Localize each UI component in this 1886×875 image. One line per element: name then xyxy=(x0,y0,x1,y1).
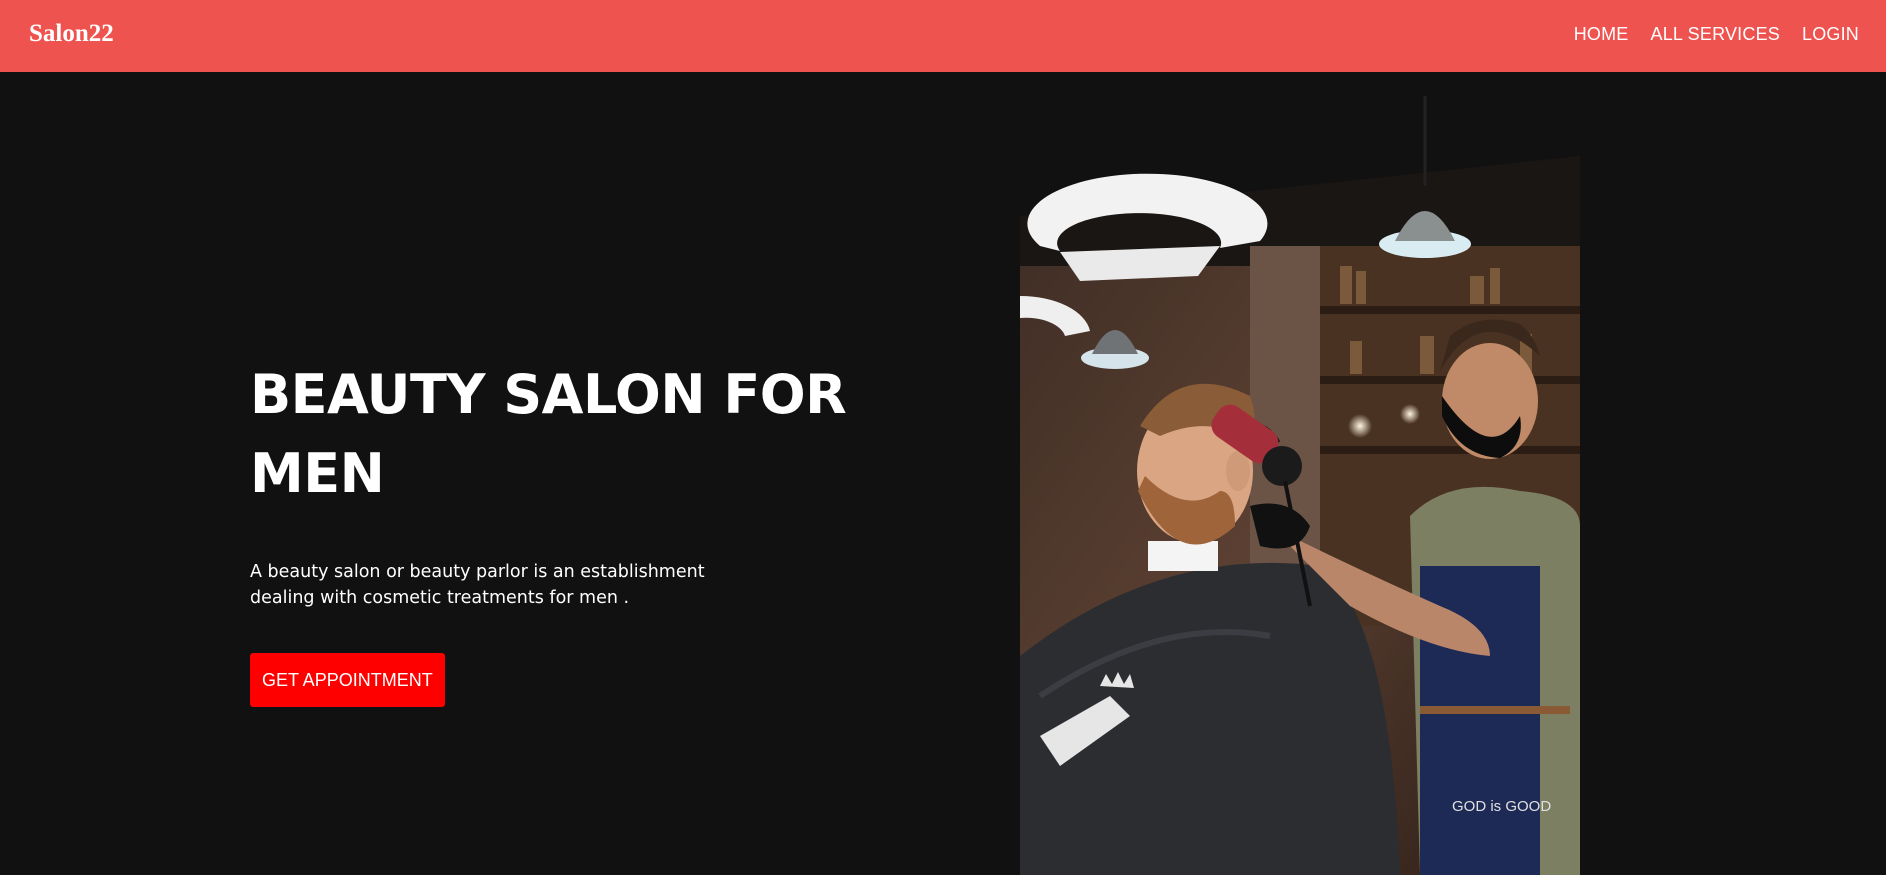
hero-image: GOD is GOOD xyxy=(1020,96,1580,875)
navbar: Salon22 HOME ALL SERVICES LOGIN xyxy=(0,0,1886,72)
apron-text: GOD is GOOD xyxy=(1452,798,1551,815)
hero-description: A beauty salon or beauty parlor is an es… xyxy=(250,562,705,608)
brand-logo[interactable]: Salon22 xyxy=(29,20,114,48)
nav-link-all-services[interactable]: ALL SERVICES xyxy=(1651,24,1780,45)
nav-links: HOME ALL SERVICES LOGIN xyxy=(1574,24,1859,45)
hero-section: BEAUTY SALON FOR MEN A beauty salon or b… xyxy=(250,355,850,707)
get-appointment-button[interactable]: GET APPOINTMENT xyxy=(250,653,445,707)
nav-link-login[interactable]: LOGIN xyxy=(1802,24,1859,45)
nav-link-home[interactable]: HOME xyxy=(1574,24,1629,45)
hero-title: BEAUTY SALON FOR MEN xyxy=(250,363,847,505)
